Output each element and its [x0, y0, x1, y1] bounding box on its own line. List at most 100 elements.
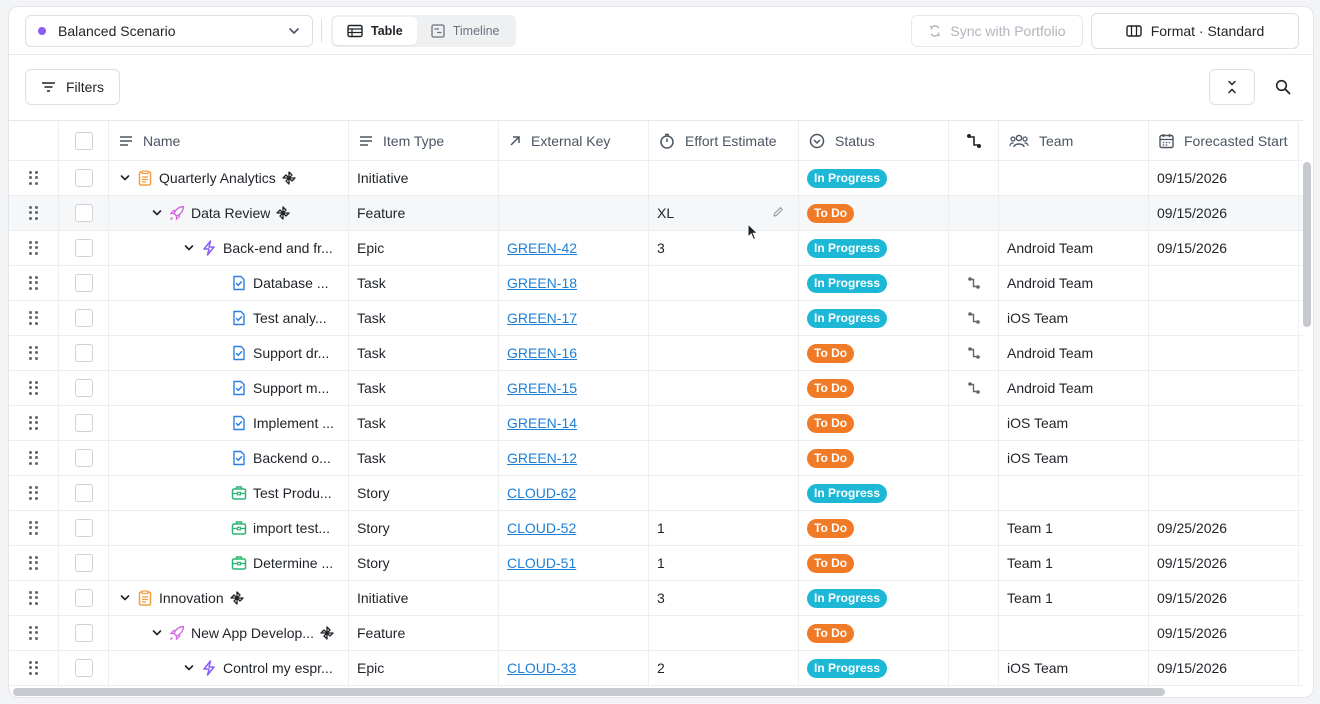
- collapse-all-button[interactable]: [1209, 69, 1255, 105]
- vertical-scrollbar-thumb[interactable]: [1303, 162, 1311, 327]
- select-all-checkbox[interactable]: [74, 131, 93, 150]
- status-cell[interactable]: To Do: [799, 546, 949, 580]
- chevron-down-icon[interactable]: [151, 207, 163, 219]
- name-cell[interactable]: Determine ...: [109, 546, 349, 580]
- forecasted-start-cell[interactable]: 09/15/2026: [1149, 581, 1299, 615]
- item-type-cell[interactable]: Initiative: [349, 161, 499, 195]
- drag-handle-icon[interactable]: [28, 556, 39, 570]
- forecasted-start-cell[interactable]: 09/15/2026: [1149, 196, 1299, 230]
- drag-handle-icon[interactable]: [28, 346, 39, 360]
- effort-estimate-cell[interactable]: 3: [649, 581, 799, 615]
- status-badge[interactable]: In Progress: [807, 588, 888, 608]
- column-header-item-type[interactable]: Item Type: [349, 121, 499, 160]
- status-cell[interactable]: To Do: [799, 371, 949, 405]
- row-checkbox[interactable]: [74, 589, 93, 607]
- drag-handle-icon[interactable]: [28, 451, 39, 465]
- external-key-link[interactable]: CLOUD-62: [507, 485, 576, 501]
- team-cell[interactable]: Team 1: [999, 581, 1149, 615]
- row-checkbox[interactable]: [74, 239, 93, 257]
- effort-estimate-cell[interactable]: [649, 371, 799, 405]
- format-button[interactable]: Format · Standard: [1091, 13, 1299, 49]
- drag-handle-icon[interactable]: [28, 206, 39, 220]
- team-cell[interactable]: iOS Team: [999, 406, 1149, 440]
- forecasted-start-cell[interactable]: [1149, 406, 1299, 440]
- row-checkbox[interactable]: [74, 204, 93, 222]
- tab-timeline[interactable]: Timeline: [417, 17, 514, 45]
- effort-estimate-cell[interactable]: [649, 266, 799, 300]
- item-type-cell[interactable]: Initiative: [349, 581, 499, 615]
- status-badge[interactable]: In Progress: [807, 273, 888, 293]
- status-cell[interactable]: To Do: [799, 616, 949, 650]
- item-type-cell[interactable]: Story: [349, 546, 499, 580]
- column-header-external-key[interactable]: External Key: [499, 121, 649, 160]
- chevron-down-icon[interactable]: [151, 627, 163, 639]
- forecasted-start-cell[interactable]: [1149, 266, 1299, 300]
- name-cell[interactable]: Support m...: [109, 371, 349, 405]
- column-header-forecasted-start[interactable]: Forecasted Start: [1149, 121, 1299, 160]
- forecasted-start-cell[interactable]: 09/15/2026: [1149, 546, 1299, 580]
- team-cell[interactable]: Team 1: [999, 511, 1149, 545]
- forecasted-start-cell[interactable]: 09/15/2026: [1149, 231, 1299, 265]
- name-cell[interactable]: Back-end and fr...: [109, 231, 349, 265]
- status-cell[interactable]: In Progress: [799, 651, 949, 685]
- status-badge[interactable]: To Do: [807, 518, 855, 538]
- name-cell[interactable]: Database ...: [109, 266, 349, 300]
- edit-pencil-icon[interactable]: [772, 206, 784, 218]
- forecasted-start-cell[interactable]: 09/15/2026: [1149, 161, 1299, 195]
- status-badge[interactable]: In Progress: [807, 658, 888, 678]
- effort-estimate-cell[interactable]: [649, 441, 799, 475]
- forecasted-start-cell[interactable]: [1149, 371, 1299, 405]
- item-type-cell[interactable]: Epic: [349, 231, 499, 265]
- row-checkbox[interactable]: [74, 274, 93, 292]
- external-key-link[interactable]: GREEN-16: [507, 345, 577, 361]
- status-cell[interactable]: In Progress: [799, 231, 949, 265]
- row-checkbox[interactable]: [74, 309, 93, 327]
- external-key-link[interactable]: GREEN-17: [507, 310, 577, 326]
- status-cell[interactable]: To Do: [799, 441, 949, 475]
- external-key-link[interactable]: GREEN-42: [507, 240, 577, 256]
- item-type-cell[interactable]: Epic: [349, 651, 499, 685]
- name-cell[interactable]: Innovation: [109, 581, 349, 615]
- external-key-link[interactable]: GREEN-14: [507, 415, 577, 431]
- forecasted-start-cell[interactable]: [1149, 301, 1299, 335]
- team-cell[interactable]: [999, 196, 1149, 230]
- status-cell[interactable]: In Progress: [799, 266, 949, 300]
- status-badge[interactable]: To Do: [807, 553, 855, 573]
- column-header-dependency[interactable]: [949, 121, 999, 160]
- forecasted-start-cell[interactable]: [1149, 476, 1299, 510]
- effort-estimate-cell[interactable]: 1: [649, 511, 799, 545]
- effort-estimate-cell[interactable]: [649, 406, 799, 440]
- row-checkbox[interactable]: [74, 624, 93, 642]
- external-key-link[interactable]: CLOUD-52: [507, 520, 576, 536]
- name-cell[interactable]: import test...: [109, 511, 349, 545]
- item-type-cell[interactable]: Task: [349, 301, 499, 335]
- forecasted-start-cell[interactable]: 09/25/2026: [1149, 511, 1299, 545]
- team-cell[interactable]: Android Team: [999, 336, 1149, 370]
- team-cell[interactable]: Android Team: [999, 266, 1149, 300]
- item-type-cell[interactable]: Task: [349, 336, 499, 370]
- chevron-down-icon[interactable]: [183, 662, 195, 674]
- drag-handle-icon[interactable]: [28, 416, 39, 430]
- team-cell[interactable]: iOS Team: [999, 651, 1149, 685]
- status-cell[interactable]: To Do: [799, 511, 949, 545]
- status-badge[interactable]: To Do: [807, 343, 855, 363]
- chevron-down-icon[interactable]: [119, 592, 131, 604]
- item-type-cell[interactable]: Task: [349, 406, 499, 440]
- effort-estimate-cell[interactable]: [649, 476, 799, 510]
- column-header-effort-estimate[interactable]: Effort Estimate: [649, 121, 799, 160]
- effort-estimate-cell[interactable]: 1: [649, 546, 799, 580]
- drag-handle-icon[interactable]: [28, 311, 39, 325]
- drag-handle-icon[interactable]: [28, 381, 39, 395]
- external-key-link[interactable]: GREEN-12: [507, 450, 577, 466]
- effort-estimate-cell[interactable]: 2: [649, 651, 799, 685]
- drag-handle-icon[interactable]: [28, 661, 39, 675]
- row-checkbox[interactable]: [74, 169, 93, 187]
- drag-handle-icon[interactable]: [28, 521, 39, 535]
- name-cell[interactable]: New App Develop...: [109, 616, 349, 650]
- row-checkbox[interactable]: [74, 659, 93, 677]
- dependency-icon[interactable]: [967, 276, 981, 290]
- effort-estimate-cell[interactable]: [649, 161, 799, 195]
- row-checkbox[interactable]: [74, 344, 93, 362]
- forecasted-start-cell[interactable]: 09/15/2026: [1149, 651, 1299, 685]
- search-button[interactable]: [1265, 69, 1301, 105]
